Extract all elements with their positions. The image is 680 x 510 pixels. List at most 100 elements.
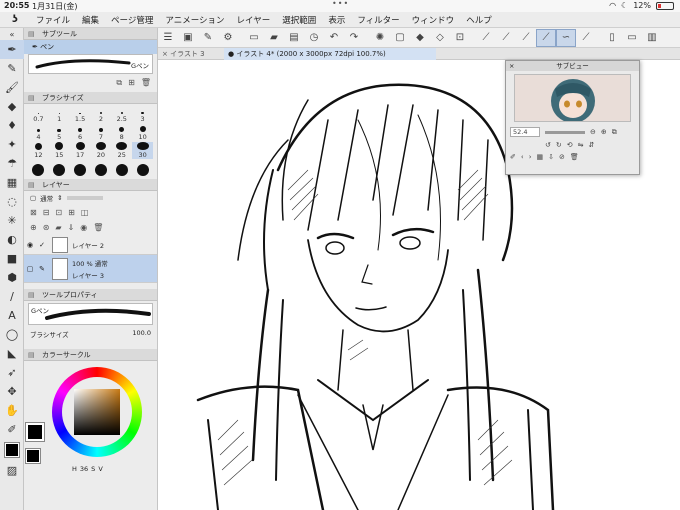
edit-icon[interactable]: ✎	[198, 29, 218, 47]
ruler-off-icon[interactable]: ⟋	[476, 29, 496, 47]
sparkle-tool-icon[interactable]: ✦	[0, 135, 24, 154]
main-color-chip[interactable]	[0, 439, 24, 461]
redo-icon[interactable]: ↷	[344, 29, 364, 47]
open-folder-icon[interactable]: ▰	[264, 29, 284, 47]
close-icon[interactable]: ×	[509, 61, 514, 71]
eyedropper-tool-icon[interactable]: ✐	[0, 420, 24, 439]
brushsize-cell[interactable]	[132, 160, 153, 177]
brushsize-cell[interactable]: 6	[70, 124, 91, 141]
next-image-icon[interactable]: ›	[529, 153, 532, 161]
opacity-slider[interactable]	[66, 196, 103, 200]
brushsize-cell[interactable]	[111, 160, 132, 177]
menu-edit[interactable]: 編集	[76, 14, 105, 26]
new-vector-layer-icon[interactable]: ⊛	[43, 223, 50, 232]
copy-subtool-icon[interactable]: ⧉	[116, 78, 122, 88]
auto-select-icon[interactable]: ✳	[0, 211, 24, 230]
layer-mask-icon[interactable]: ◫	[81, 208, 89, 217]
brushsize-cell[interactable]: 1	[49, 106, 70, 123]
subview-reference-image[interactable]	[514, 74, 631, 122]
brushsize-cell[interactable]: 25	[111, 142, 132, 159]
layer-row-selected[interactable]: ▢ ✎ 100 % 通常 レイヤー 3	[24, 255, 157, 283]
fill-icon[interactable]: ◆	[410, 29, 430, 47]
hue-value[interactable]: 36	[80, 465, 88, 473]
app-logo-icon[interactable]: ʖ	[0, 14, 30, 25]
brushsize-cell[interactable]: 5	[49, 124, 70, 141]
new-raster-layer-icon[interactable]: ⊕	[30, 223, 37, 232]
line-icon[interactable]: ⟋	[576, 29, 596, 47]
new-subtool-icon[interactable]: ⊞	[128, 78, 135, 88]
brushsize-cell[interactable]: 0.7	[28, 106, 49, 123]
menu-file[interactable]: ファイル	[30, 14, 76, 26]
layer-delete-icon[interactable]: 🗑	[93, 223, 103, 232]
rotate-reset-icon[interactable]: ⟲	[567, 141, 573, 149]
subtool-header[interactable]: サブツール	[24, 28, 157, 40]
gradient-tool-icon[interactable]: ■	[0, 249, 24, 268]
merge-icon[interactable]: ⇓	[68, 223, 75, 232]
tab-illust-4[interactable]: ● イラスト 4* (2000 x 3000px 72dpi 100.7%)	[224, 48, 436, 60]
fill-tool-icon[interactable]: ◐	[0, 230, 24, 249]
brushsize-cell[interactable]: 20	[91, 142, 112, 159]
operation-tool-icon[interactable]: ➶	[0, 363, 24, 382]
transparent-color-icon[interactable]: ▨	[0, 461, 24, 480]
blend-tool-icon[interactable]: ♦	[0, 116, 24, 135]
delete-subtool-icon[interactable]: 🗑	[141, 78, 151, 88]
tablet-icon[interactable]: ▭	[622, 29, 642, 47]
brushsize-cell[interactable]: 17	[70, 142, 91, 159]
move-tool-icon[interactable]: ✥	[0, 382, 24, 401]
mask-add-icon[interactable]: ◉	[80, 223, 87, 232]
flip-v-icon[interactable]: ⇵	[589, 141, 595, 149]
brushsize-cell[interactable]	[70, 160, 91, 177]
menu-view[interactable]: 表示	[322, 14, 351, 26]
brushsize-cell[interactable]: 12	[28, 142, 49, 159]
save-icon[interactable]: ▤	[284, 29, 304, 47]
brushsize-cell[interactable]: 10	[132, 124, 153, 141]
history-icon[interactable]: ◷	[304, 29, 324, 47]
clear-image-icon[interactable]: ⊘	[559, 153, 565, 161]
brushsize-cell[interactable]: 1.5	[70, 106, 91, 123]
fill-alt-icon[interactable]: ◇	[430, 29, 450, 47]
brushsize-cell[interactable]	[28, 160, 49, 177]
decoration-tool-icon[interactable]: ▦	[0, 173, 24, 192]
eyedropper-icon[interactable]: ✐	[510, 153, 516, 161]
brushsize-cell[interactable]: 3	[132, 106, 153, 123]
subview-titlebar[interactable]: × サブビュー	[506, 61, 639, 71]
eraser-tool-icon[interactable]: ◆	[0, 97, 24, 116]
panel-icon[interactable]: ▥	[642, 29, 662, 47]
multitask-dots-icon[interactable]: •••	[332, 0, 349, 8]
layer-lock-icon[interactable]: ⊠	[30, 208, 37, 217]
fit-canvas-icon[interactable]: ▣	[178, 29, 198, 47]
collapse-icon[interactable]: «	[0, 28, 24, 40]
brushsize-cell[interactable]: 4	[28, 124, 49, 141]
stroke-icon[interactable]: ∽	[556, 28, 576, 47]
hamburger-icon[interactable]: ☰	[158, 29, 178, 47]
new-folder-icon[interactable]: ▰	[55, 223, 61, 232]
settings-icon[interactable]: ⚙	[218, 29, 238, 47]
device-icon[interactable]: ▯	[602, 29, 622, 47]
grid-icon[interactable]: ▦	[537, 153, 544, 161]
stabilizer-icon[interactable]: ⟋	[536, 28, 556, 47]
ruler-tool-icon[interactable]: ◣	[0, 344, 24, 363]
pencil-tool-icon[interactable]: ✎	[0, 59, 24, 78]
figure-tool-icon[interactable]: ⬢	[0, 268, 24, 287]
menu-page[interactable]: ページ管理	[105, 14, 159, 26]
eye-icon[interactable]: ◉	[24, 241, 36, 249]
subview-window[interactable]: × サブビュー 52.4 ⊖ ⊕ ⧉ ↺ ↻ ⟲ ⇋ ⇵ ✐ ‹ › ▦ ⇩ ⊘…	[505, 60, 640, 175]
menu-help[interactable]: ヘルプ	[460, 14, 498, 26]
clear-icon[interactable]: ▢	[390, 29, 410, 47]
crop-icon[interactable]: ⊡	[450, 29, 470, 47]
pen-active-icon[interactable]: ✎	[36, 265, 48, 273]
saturation-value-square[interactable]	[74, 389, 120, 435]
brushsize-cell[interactable]: 8	[111, 124, 132, 141]
layer-row[interactable]: ◉ ✓ レイヤー 2	[24, 235, 157, 255]
airbrush-tool-icon[interactable]: ☂	[0, 154, 24, 173]
brush-tool-icon[interactable]: 🖌	[0, 78, 24, 97]
blend-swatch-icon[interactable]: ▢	[30, 194, 36, 202]
menu-layer[interactable]: レイヤー	[231, 14, 277, 26]
zoom-in-icon[interactable]: ⊕	[601, 128, 607, 136]
ruler-special-icon[interactable]: ⟋	[516, 29, 536, 47]
brushsize-cell[interactable]: 2.5	[111, 106, 132, 123]
layer-clip-icon[interactable]: ⊟	[43, 208, 50, 217]
main-color-swatch[interactable]	[25, 422, 45, 442]
subtool-item-pen[interactable]: ✒ ペン	[24, 40, 157, 54]
loading-icon[interactable]: ✺	[370, 29, 390, 47]
